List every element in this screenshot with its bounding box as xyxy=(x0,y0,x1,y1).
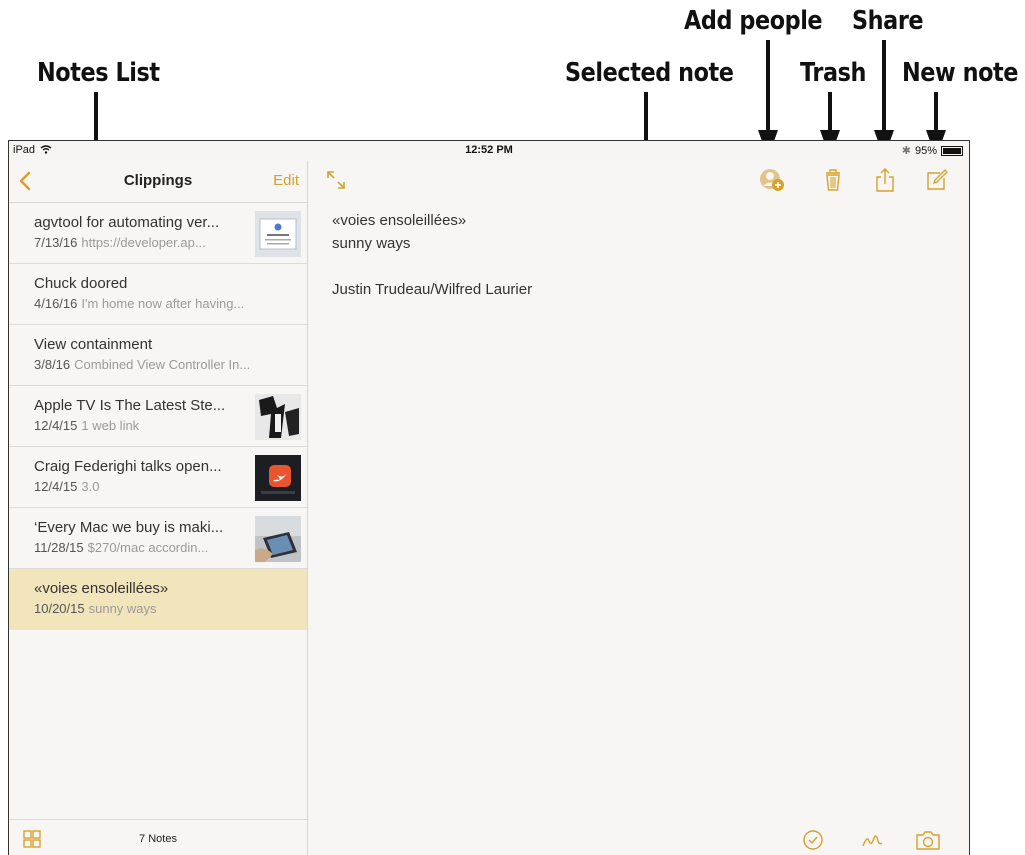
edit-button[interactable]: Edit xyxy=(273,172,299,189)
note-preview: sunny ways xyxy=(88,601,157,616)
note-row-selected[interactable]: «voies ensoleillées» 10/20/15 sunny ways xyxy=(9,569,307,630)
note-title: «voies ensoleillées» xyxy=(34,580,169,597)
note-editor-pane: «voies ensoleillées» sunny ways Justin T… xyxy=(309,161,969,855)
ipad-photo-thumbnail xyxy=(255,516,301,562)
swift-logo-thumbnail xyxy=(255,455,301,501)
trash-icon[interactable] xyxy=(820,167,846,193)
battery-percent: 95% xyxy=(914,144,937,157)
note-date: 12/4/15 xyxy=(34,418,78,433)
callout-share: Share xyxy=(852,6,924,36)
notes-count: 7 Notes xyxy=(139,833,177,845)
note-row[interactable]: Craig Federighi talks open... 12/4/15 3.0 xyxy=(9,447,307,508)
dark-photo-thumbnail xyxy=(255,394,301,440)
callout-trash: Trash xyxy=(800,58,866,88)
note-preview: Combined View Controller In... xyxy=(74,357,251,372)
status-time: 12:52 PM xyxy=(465,144,513,156)
document-thumbnail xyxy=(255,211,301,257)
note-preview: https://developer.ap... xyxy=(81,235,206,250)
callout-add-people: Add people xyxy=(684,6,823,36)
note-row[interactable]: View containment 3/8/16 Combined View Con… xyxy=(9,325,307,386)
note-line: «voies ensoleillées» xyxy=(332,212,467,229)
callout-notes-list: Notes List xyxy=(37,58,160,88)
note-meta: 12/4/15 3.0 xyxy=(34,479,99,494)
note-meta: 10/20/15 sunny ways xyxy=(34,601,157,616)
notes-list-pane: Clippings Edit agvtool for automating ve… xyxy=(9,161,308,855)
bluetooth-icon: ✱ xyxy=(901,145,911,157)
note-content[interactable]: «voies ensoleillées» sunny ways Justin T… xyxy=(332,209,532,301)
callout-selected-note: Selected note xyxy=(565,58,734,88)
note-preview: 1 web link xyxy=(81,418,140,433)
note-preview: 3.0 xyxy=(81,479,100,494)
battery-icon xyxy=(941,145,963,156)
sketch-icon[interactable] xyxy=(859,829,885,851)
status-right: ✱ 95% xyxy=(902,144,963,157)
add-person-icon[interactable] xyxy=(759,167,785,193)
status-bar: iPad 12:52 PM ✱ 95% xyxy=(9,141,969,161)
note-preview: $270/mac accordin... xyxy=(87,540,209,555)
note-date: 4/16/16 xyxy=(34,296,78,311)
note-title: agvtool for automating ver... xyxy=(34,214,220,231)
note-row[interactable]: ‘Every Mac we buy is maki... 11/28/15 $27… xyxy=(9,508,307,569)
note-line: Justin Trudeau/Wilfred Laurier xyxy=(332,281,533,298)
note-row[interactable]: Chuck doored 4/16/16 I'm home now after h… xyxy=(9,264,307,325)
expand-arrows-icon[interactable] xyxy=(325,169,347,191)
note-meta: 4/16/16 I'm home now after having... xyxy=(34,296,244,311)
note-title: Apple TV Is The Latest Ste... xyxy=(34,397,226,414)
note-date: 7/13/16 xyxy=(34,235,78,250)
note-date: 10/20/15 xyxy=(34,601,85,616)
ipad-screen: iPad 12:52 PM ✱ 95% Clippings Edit agvto… xyxy=(8,140,970,855)
note-title: Craig Federighi talks open... xyxy=(34,458,222,475)
note-preview: I'm home now after having... xyxy=(81,296,245,311)
compose-icon[interactable] xyxy=(924,167,950,193)
note-title: Chuck doored xyxy=(34,275,128,292)
folder-title: Clippings xyxy=(123,172,193,189)
note-title: View containment xyxy=(34,336,153,353)
notes-list-navbar: Clippings Edit xyxy=(9,161,307,203)
note-line: sunny ways xyxy=(332,235,411,252)
checkmark-circle-icon[interactable] xyxy=(800,829,826,851)
note-date: 11/28/15 xyxy=(34,540,84,555)
camera-icon[interactable] xyxy=(915,829,941,851)
note-meta: 7/13/16 https://developer.ap... xyxy=(34,235,206,250)
note-title: ‘Every Mac we buy is maki... xyxy=(34,519,224,536)
note-row[interactable]: agvtool for automating ver... 7/13/16 htt… xyxy=(9,203,307,264)
note-date: 12/4/15 xyxy=(34,479,78,494)
notes-list: agvtool for automating ver... 7/13/16 htt… xyxy=(9,203,307,630)
note-meta: 11/28/15 $270/mac accordin... xyxy=(34,540,208,555)
notes-list-footer: 7 Notes xyxy=(9,819,307,855)
share-icon[interactable] xyxy=(872,167,898,193)
note-meta: 3/8/16 Combined View Controller In... xyxy=(34,357,250,372)
callout-new-note: New note xyxy=(902,58,1019,88)
note-meta: 12/4/15 1 web link xyxy=(34,418,139,433)
note-row[interactable]: Apple TV Is The Latest Ste... 12/4/15 1 w… xyxy=(9,386,307,447)
note-date: 3/8/16 xyxy=(34,357,71,372)
